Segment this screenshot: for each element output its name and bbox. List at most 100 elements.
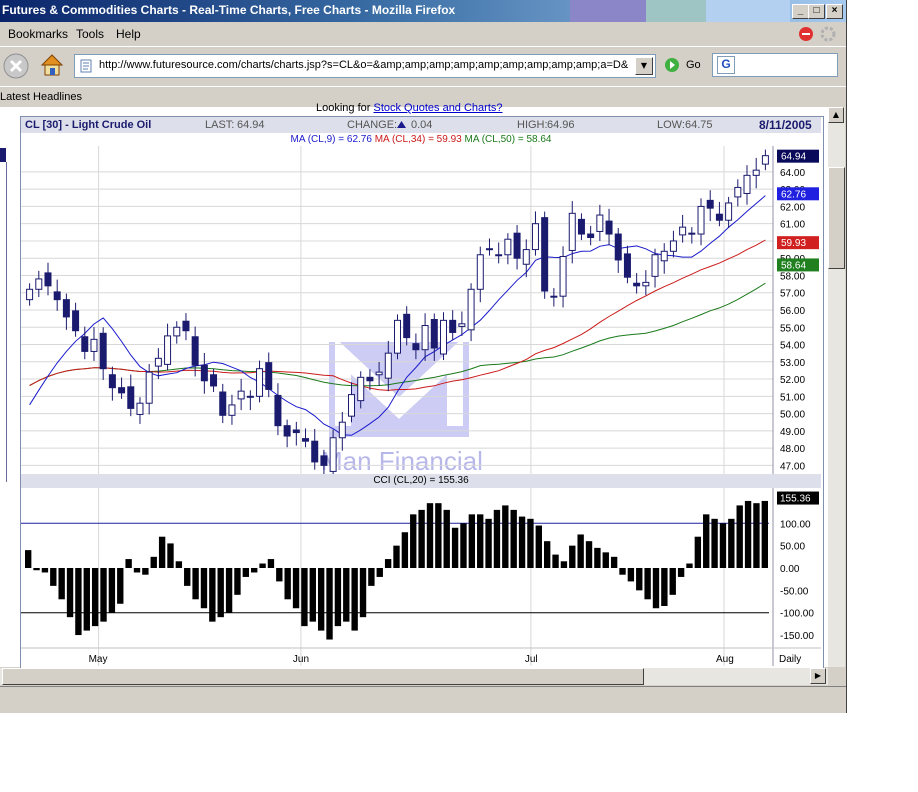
go-label[interactable]: Go: [686, 59, 701, 71]
close-button[interactable]: ×: [826, 4, 843, 19]
ma9-price-badge: 62.76: [777, 187, 819, 201]
cci-bar: [602, 552, 609, 568]
cci-bar: [66, 568, 74, 618]
candle-down: [81, 336, 89, 352]
x-axis-label: Jun: [293, 654, 309, 665]
cci-bar: [502, 505, 509, 568]
address-bar[interactable]: http://www.futuresource.com/charts/chart…: [74, 54, 656, 78]
bookmark-latest-headlines[interactable]: Latest Headlines: [0, 91, 82, 103]
candle-up: [145, 371, 153, 404]
candle-up: [476, 254, 484, 290]
cci-bar: [217, 568, 224, 618]
price-tick-label: 61.00: [780, 220, 805, 231]
candle-down: [541, 217, 549, 292]
candle-up: [90, 338, 98, 352]
candle-up: [338, 421, 346, 439]
candle-up: [559, 255, 567, 297]
menu-tools[interactable]: Tools: [76, 27, 104, 41]
candle-up: [725, 202, 733, 221]
price-tick-label: 48.00: [780, 444, 805, 455]
candle-up: [154, 357, 162, 367]
price-tick-label: 51.00: [780, 392, 805, 403]
cci-bar: [418, 509, 425, 568]
cci-bar: [468, 514, 476, 568]
search-engine-icon[interactable]: G: [717, 56, 735, 74]
stock-quotes-promo: Looking for Stock Quotes and Charts?: [316, 102, 503, 114]
price-tick-label: 52.00: [780, 375, 805, 386]
candle-down: [633, 282, 641, 287]
ma34-price-badge: 59.93: [777, 236, 819, 250]
horizontal-scrollbar[interactable]: ▶: [0, 668, 828, 685]
horizontal-scroll-thumb[interactable]: [2, 668, 644, 685]
cci-last-badge-text: 155.36: [780, 494, 811, 505]
candle-up: [467, 288, 475, 331]
candle-down: [577, 218, 585, 235]
vertical-scroll-thumb[interactable]: [828, 167, 845, 269]
cci-bar: [761, 500, 768, 568]
candle-down: [587, 233, 595, 238]
url-text: http://www.futuresource.com/charts/chart…: [99, 59, 629, 71]
price-tick-label: 54.00: [780, 341, 805, 352]
candle-up: [568, 212, 576, 251]
go-icon[interactable]: [664, 57, 680, 73]
cci-bar: [652, 568, 660, 609]
stop-icon[interactable]: [2, 52, 30, 80]
maximize-button[interactable]: □: [808, 4, 825, 19]
candle-down: [302, 438, 310, 442]
ma50-legend: MA (CL,50) = 58.64: [464, 134, 552, 145]
minimize-button[interactable]: _: [792, 4, 809, 19]
watermark-text: Man Financial: [321, 446, 483, 474]
menu-help[interactable]: Help: [116, 27, 141, 41]
cci-bar: [334, 568, 342, 627]
menu-bar: Bookmarks Tools Help: [0, 23, 846, 45]
candle-up: [495, 254, 503, 257]
cci-bar: [686, 563, 693, 568]
candle-down: [513, 232, 521, 259]
cci-bar: [543, 541, 551, 568]
candle-up: [164, 335, 172, 365]
price-tick-label: 58.00: [780, 271, 805, 282]
cci-bar: [736, 505, 743, 568]
cci-bar: [703, 514, 710, 568]
candle-down: [274, 394, 282, 427]
price-tick-label: 56.00: [780, 306, 805, 317]
navigation-toolbar: http://www.futuresource.com/charts/chart…: [0, 46, 846, 85]
chart-date: 8/11/2005: [759, 118, 812, 132]
cci-bar: [619, 568, 626, 575]
candle-up: [394, 319, 401, 354]
candle-down: [715, 213, 723, 221]
candle-down: [53, 291, 61, 301]
candle-up: [642, 281, 650, 287]
candle-up: [458, 323, 466, 327]
cci-bar: [83, 568, 90, 631]
stock-quotes-link[interactable]: Stock Quotes and Charts?: [373, 102, 502, 114]
candle-up: [228, 404, 236, 416]
change-label: CHANGE:: [347, 119, 398, 131]
candle-up: [246, 395, 254, 398]
cci-bar: [577, 534, 584, 568]
candle-up: [743, 174, 751, 194]
cci-bar: [108, 568, 116, 613]
search-input[interactable]: G: [712, 53, 838, 77]
price-tick-label: 50.00: [780, 410, 805, 421]
cci-bar: [276, 568, 283, 582]
cci-bar: [192, 568, 199, 600]
candle-up: [35, 278, 43, 290]
candle-up: [679, 226, 687, 236]
cci-bar: [694, 536, 702, 568]
price-tick-label: 62.00: [780, 202, 805, 213]
url-dropdown-icon[interactable]: ▼: [635, 57, 653, 75]
candle-down: [366, 376, 374, 382]
vertical-scrollbar[interactable]: ▲: [828, 107, 845, 667]
menu-bookmarks[interactable]: Bookmarks: [8, 27, 68, 41]
candle-down: [200, 364, 208, 382]
candle-down: [605, 220, 613, 235]
scroll-right-icon[interactable]: ▶: [810, 668, 826, 684]
cci-bar: [259, 563, 266, 568]
cci-bar: [91, 568, 99, 627]
home-icon[interactable]: [38, 51, 66, 79]
candle-up: [697, 205, 705, 235]
cci-bar: [376, 568, 383, 577]
scroll-up-icon[interactable]: ▲: [828, 107, 844, 123]
stop-loading-icon[interactable]: [798, 26, 814, 42]
